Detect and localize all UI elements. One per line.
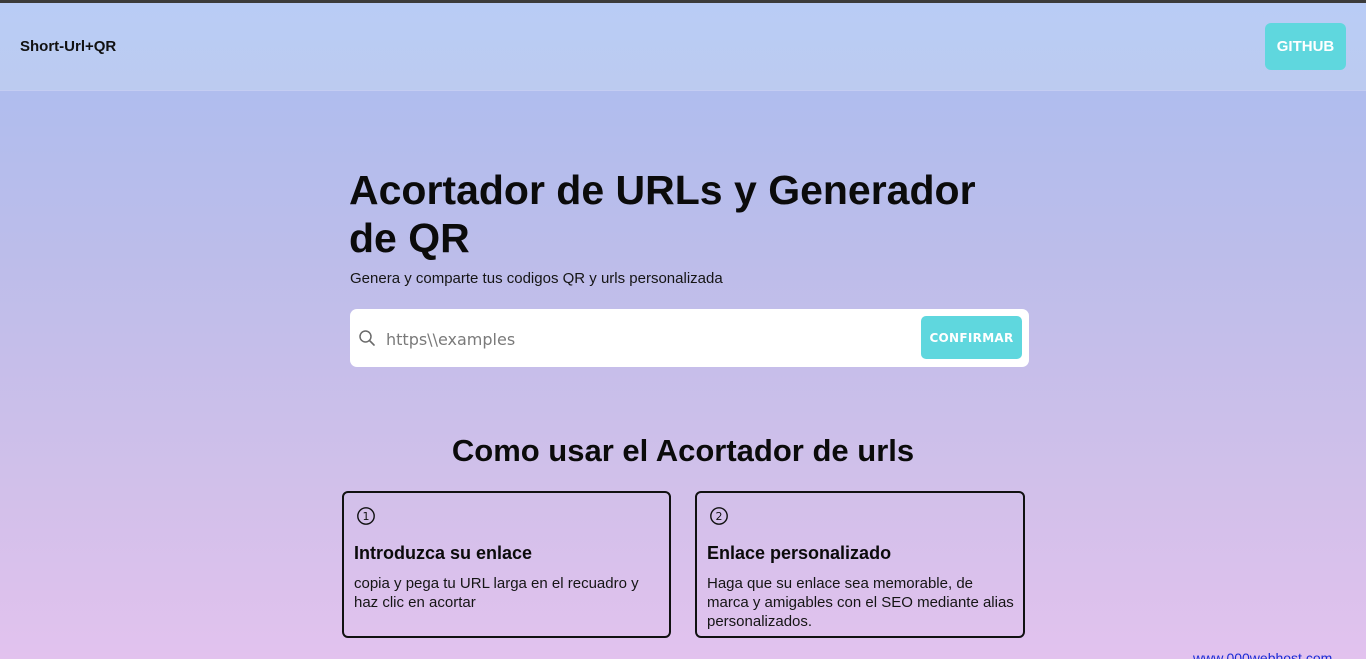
card-description: copia y pega tu URL larga en el recuadro… <box>354 575 639 611</box>
brand-logo-text[interactable]: Short-Url+QR <box>20 38 116 55</box>
how-to-section-title: Como usar el Acortador de urls <box>451 433 915 468</box>
card-title: Enlace personalizado <box>707 543 892 563</box>
how-to-card-step-1: 1 Introduzca su enlace copia y pega tu U… <box>342 491 671 638</box>
circled-one-icon: 1 <box>356 506 376 526</box>
github-button[interactable]: GITHUB <box>1265 23 1346 70</box>
confirm-button[interactable]: CONFIRMAR <box>921 316 1022 359</box>
page-subtitle: Genera y comparte tus codigos QR y urls … <box>350 270 723 287</box>
url-input[interactable] <box>384 323 908 355</box>
how-to-card-step-2: 2 Enlace personalizado Haga que su enlac… <box>695 491 1025 638</box>
search-icon <box>358 329 376 347</box>
card-title: Introduzca su enlace <box>354 543 533 563</box>
circled-two-icon: 2 <box>709 506 729 526</box>
card-description: Haga que su enlace sea memorable, de mar… <box>707 575 1014 630</box>
svg-text:1: 1 <box>363 510 370 523</box>
page-title: Acortador de URLs y Generador de QR <box>349 167 976 261</box>
hosting-link[interactable]: www.000webhost.com <box>1193 650 1332 659</box>
svg-text:2: 2 <box>716 510 723 523</box>
navbar: Short-Url+QR GITHUB <box>0 3 1366 90</box>
url-search-bar: CONFIRMAR <box>350 309 1029 367</box>
